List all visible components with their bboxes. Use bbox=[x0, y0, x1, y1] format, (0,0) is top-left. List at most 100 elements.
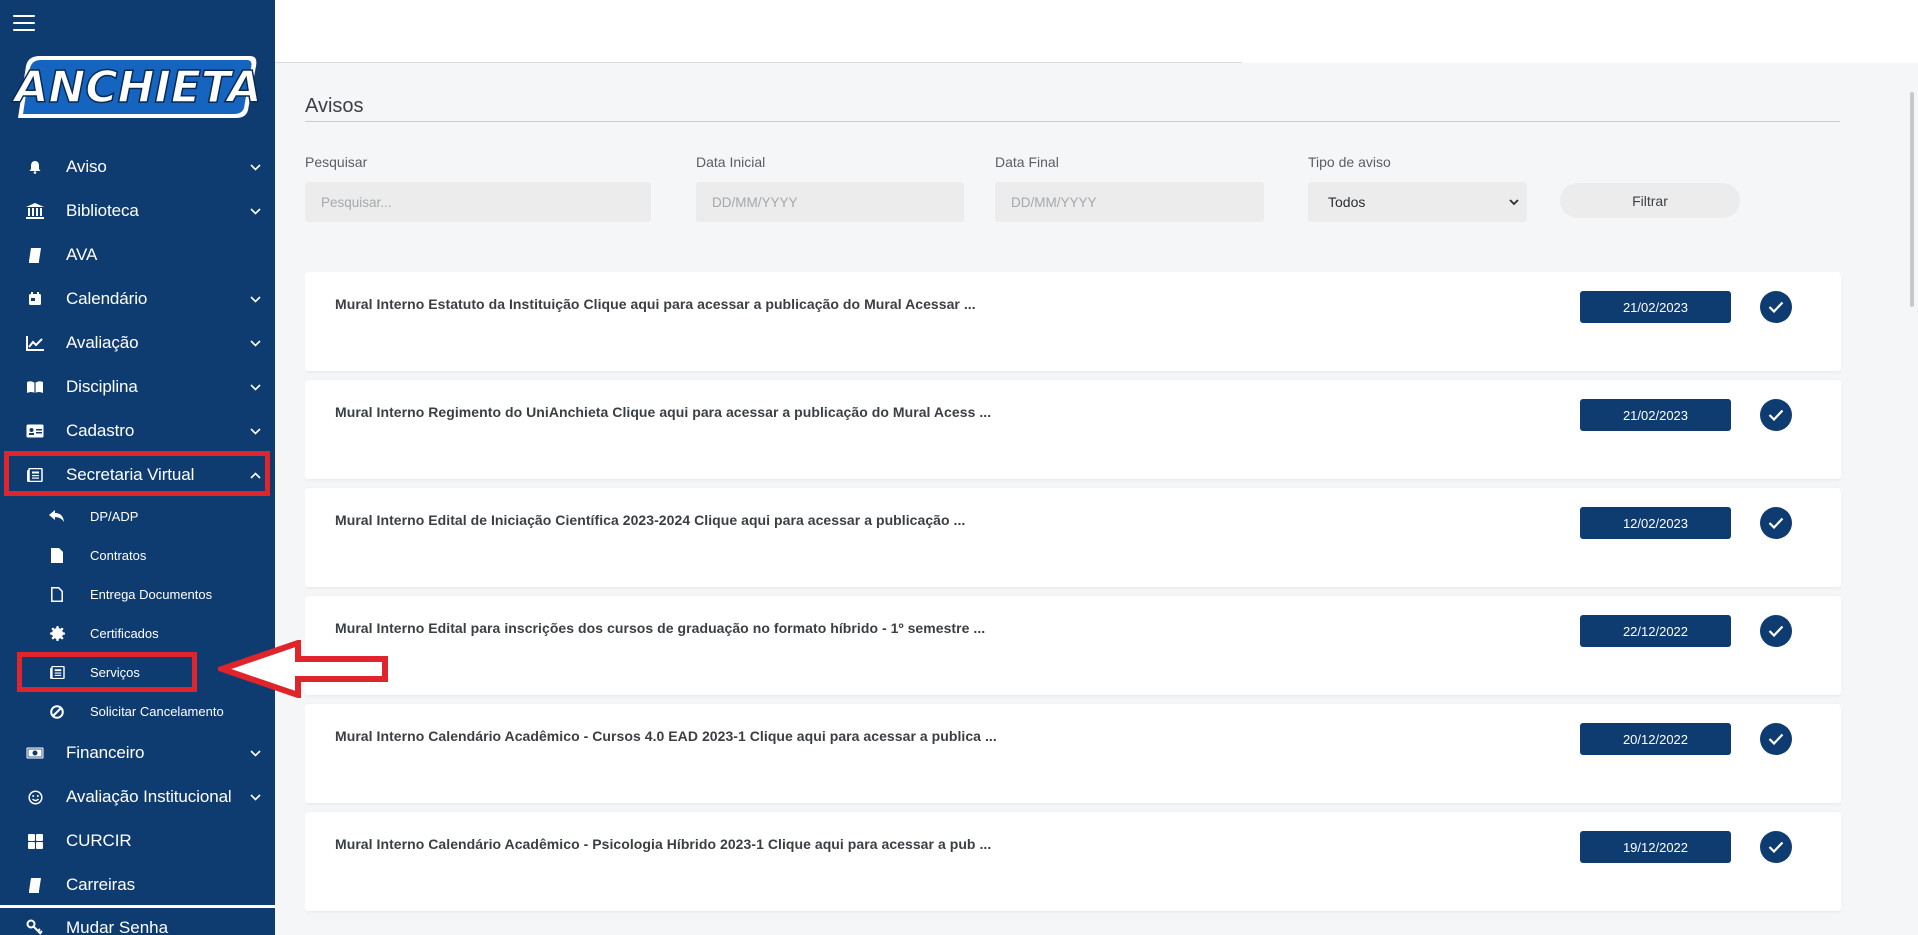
notice-card[interactable]: Mural Interno Calendário Acadêmico - Cur… bbox=[305, 704, 1841, 803]
notice-text: Mural Interno Calendário Acadêmico - Cur… bbox=[335, 728, 997, 744]
notice-type-select[interactable]: Todos bbox=[1308, 182, 1527, 222]
sidebar-divider bbox=[0, 905, 275, 908]
sidebar-item-label: Mudar Senha bbox=[66, 918, 169, 935]
main-content: Avisos Pesquisar Data Inicial Data Final… bbox=[275, 63, 1918, 935]
anchieta-logo: ANCHIETA bbox=[11, 56, 262, 118]
check-circle-icon[interactable] bbox=[1760, 399, 1792, 431]
money-icon bbox=[26, 744, 44, 762]
sidebar-item-avaliacao-institucional[interactable]: Avaliação Institucional bbox=[0, 775, 275, 819]
notice-card[interactable]: Mural Interno Edital de Iniciação Cientí… bbox=[305, 488, 1841, 587]
search-input[interactable] bbox=[305, 182, 651, 222]
filter-button[interactable]: Filtrar bbox=[1560, 183, 1740, 218]
file-outline-icon bbox=[49, 587, 65, 603]
newspaper-icon bbox=[49, 665, 65, 681]
sidebar-item-label: AVA bbox=[66, 245, 98, 264]
sidebar-item-label: Avaliação bbox=[66, 333, 139, 352]
sidebar-item-label: Secretaria Virtual bbox=[66, 465, 195, 484]
notice-text: Mural Interno Estatuto da Instituição Cl… bbox=[335, 296, 976, 312]
sidebar-subitem-certificados[interactable]: Certificados bbox=[0, 614, 275, 653]
notice-date-badge: 22/12/2022 bbox=[1580, 615, 1731, 647]
library-icon bbox=[26, 202, 44, 220]
sidebar-item-calendario[interactable]: Calendário bbox=[0, 277, 275, 321]
sidebar-item-label: Disciplina bbox=[66, 377, 138, 396]
notice-card[interactable]: Mural Interno Calendário Acadêmico - Psi… bbox=[305, 812, 1841, 911]
ban-icon bbox=[49, 704, 65, 720]
start-date-label: Data Inicial bbox=[696, 154, 766, 170]
check-circle-icon[interactable] bbox=[1760, 507, 1792, 539]
notice-card[interactable]: Mural Interno Estatuto da Instituição Cl… bbox=[305, 272, 1841, 371]
notice-date-badge: 19/12/2022 bbox=[1580, 831, 1731, 863]
sidebar-item-label: Avaliação Institucional bbox=[66, 787, 232, 806]
chart-line-icon bbox=[26, 334, 44, 352]
notice-date-badge: 12/02/2023 bbox=[1580, 507, 1731, 539]
page-title: Avisos bbox=[305, 95, 364, 117]
sidebar-item-secretaria-virtual[interactable]: Secretaria Virtual bbox=[0, 453, 275, 497]
chevron-down-icon bbox=[249, 293, 261, 305]
top-header bbox=[275, 0, 1918, 63]
sidebar-subitem-label: Entrega Documentos bbox=[90, 587, 213, 602]
check-circle-icon[interactable] bbox=[1760, 615, 1792, 647]
chevron-down-icon bbox=[249, 791, 261, 803]
sidebar-item-cadastro[interactable]: Cadastro bbox=[0, 409, 275, 453]
sidebar-subitem-label: Certificados bbox=[90, 626, 159, 641]
notice-date-badge: 21/02/2023 bbox=[1580, 291, 1731, 323]
sidebar-nav: Aviso Biblioteca AVA Calendário Avaliaçã… bbox=[0, 145, 275, 907]
notice-date-badge: 21/02/2023 bbox=[1580, 399, 1731, 431]
file-icon bbox=[49, 548, 65, 564]
sidebar-item-label: Calendário bbox=[66, 289, 148, 308]
end-date-label: Data Final bbox=[995, 154, 1059, 170]
check-circle-icon[interactable] bbox=[1760, 291, 1792, 323]
hamburger-menu-icon[interactable] bbox=[13, 15, 35, 31]
sidebar-item-disciplina[interactable]: Disciplina bbox=[0, 365, 275, 409]
chevron-down-icon bbox=[249, 425, 261, 437]
sidebar-subitem-dp-adp[interactable]: DP/ADP bbox=[0, 497, 275, 536]
sidebar-subitem-contratos[interactable]: Contratos bbox=[0, 536, 275, 575]
start-date-input[interactable] bbox=[696, 182, 964, 222]
end-date-input[interactable] bbox=[995, 182, 1264, 222]
sidebar-item-ava[interactable]: AVA bbox=[0, 233, 275, 277]
bell-icon bbox=[26, 158, 44, 176]
sidebar-item-mudar-senha[interactable]: Mudar Senha bbox=[0, 912, 275, 935]
chevron-down-icon bbox=[249, 381, 261, 393]
chevron-down-icon bbox=[249, 747, 261, 759]
book-icon bbox=[26, 246, 44, 264]
check-circle-icon[interactable] bbox=[1760, 831, 1792, 863]
sidebar-item-curcir[interactable]: CURCIR bbox=[0, 819, 275, 863]
sidebar-subitem-label: Contratos bbox=[90, 548, 147, 563]
sidebar-item-label: Financeiro bbox=[66, 743, 145, 762]
sidebar-subitem-servicos[interactable]: Serviços bbox=[0, 653, 275, 692]
key-icon bbox=[26, 919, 44, 935]
id-card-icon bbox=[26, 422, 44, 440]
sidebar-item-aviso[interactable]: Aviso bbox=[0, 145, 275, 189]
calendar-icon bbox=[26, 290, 44, 308]
notice-card[interactable]: Mural Interno Regimento do UniAnchieta C… bbox=[305, 380, 1841, 479]
sidebar-subitem-solicitar-cancelamento[interactable]: Solicitar Cancelamento bbox=[0, 692, 275, 731]
sidebar-item-carreiras[interactable]: Carreiras bbox=[0, 863, 275, 907]
chevron-down-icon bbox=[1509, 199, 1519, 206]
page-scrollbar[interactable] bbox=[1910, 92, 1914, 307]
reply-icon bbox=[49, 509, 65, 525]
sidebar: ANCHIETA Aviso Biblioteca AVA Calendário… bbox=[0, 0, 275, 935]
notice-text: Mural Interno Edital para inscrições dos… bbox=[335, 620, 986, 636]
chevron-down-icon bbox=[249, 205, 261, 217]
sidebar-subitem-entrega-documentos[interactable]: Entrega Documentos bbox=[0, 575, 275, 614]
smile-icon bbox=[26, 788, 44, 806]
svg-text:ANCHIETA: ANCHIETA bbox=[11, 62, 261, 113]
notice-card[interactable]: Mural Interno Edital para inscrições dos… bbox=[305, 596, 1841, 695]
certificate-icon bbox=[49, 626, 65, 642]
sidebar-subitem-label: DP/ADP bbox=[90, 509, 139, 524]
sidebar-item-avaliacao[interactable]: Avaliação bbox=[0, 321, 275, 365]
notice-list: Mural Interno Estatuto da Instituição Cl… bbox=[305, 272, 1841, 930]
notice-text: Mural Interno Regimento do UniAnchieta C… bbox=[335, 404, 992, 420]
sidebar-item-biblioteca[interactable]: Biblioteca bbox=[0, 189, 275, 233]
notice-type-value: Todos bbox=[1328, 194, 1366, 210]
check-circle-icon[interactable] bbox=[1760, 723, 1792, 755]
sidebar-item-financeiro[interactable]: Financeiro bbox=[0, 731, 275, 775]
sidebar-subitem-label: Serviços bbox=[90, 665, 140, 680]
sidebar-item-label: Biblioteca bbox=[66, 201, 139, 220]
notice-type-label: Tipo de aviso bbox=[1308, 154, 1391, 170]
notice-text: Mural Interno Edital de Iniciação Cientí… bbox=[335, 512, 966, 528]
open-book-icon bbox=[26, 378, 44, 396]
sidebar-item-label: Aviso bbox=[66, 157, 107, 176]
search-label: Pesquisar bbox=[305, 154, 368, 170]
